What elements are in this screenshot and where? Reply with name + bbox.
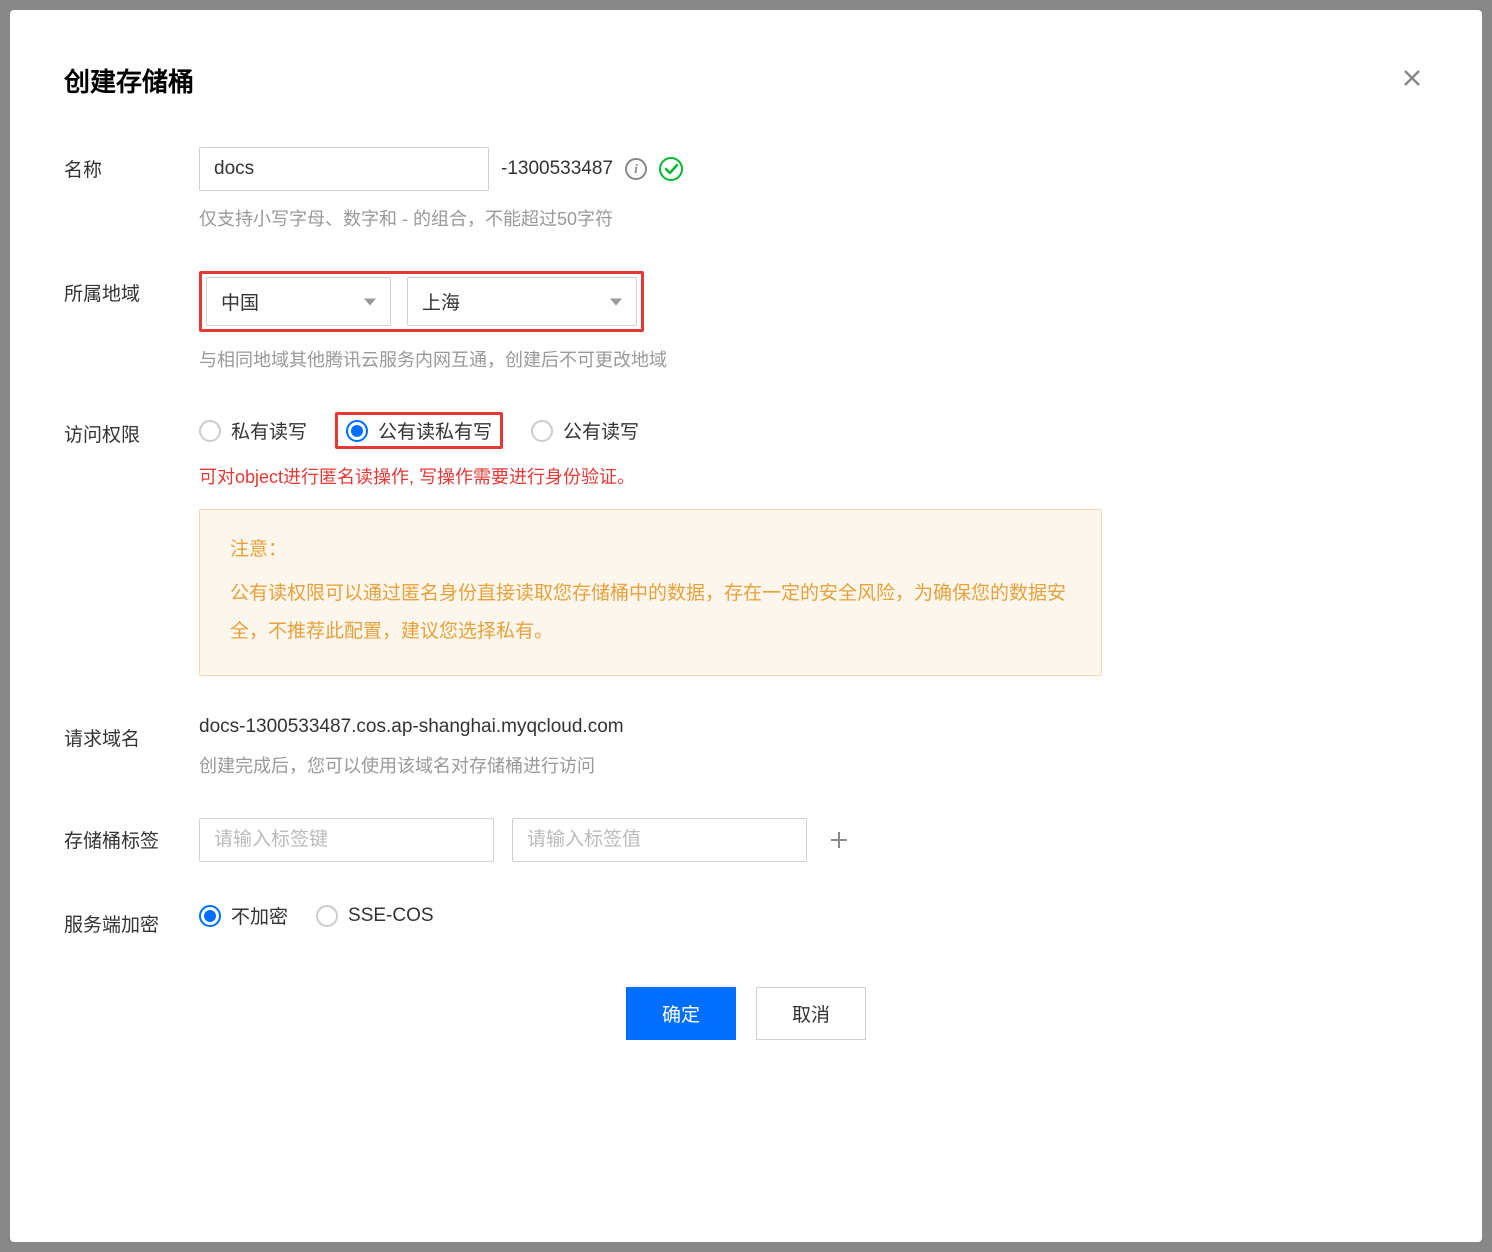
tags-label: 存储桶标签 [64, 818, 199, 853]
access-label: 访问权限 [64, 412, 199, 447]
radio-icon [199, 905, 221, 927]
radio-label: SSE-COS [348, 905, 434, 927]
tags-row: 存储桶标签 [64, 818, 1428, 862]
access-red-text: 可对object进行匿名读操作, 写操作需要进行身份验证。 [199, 463, 1428, 489]
access-public-read-radio[interactable]: 公有读私有写 [346, 417, 492, 444]
name-row: 名称 -1300533487 i 仅支持小写字母、数字和 - 的组合，不能超过5… [64, 147, 1428, 231]
create-bucket-dialog: 创建存储桶 名称 -1300533487 i 仅支持小写字母、数字和 - 的组合… [10, 10, 1482, 1242]
radio-label: 公有读私有写 [378, 417, 492, 444]
name-label: 名称 [64, 147, 199, 182]
button-row: 确定 取消 [64, 987, 1428, 1040]
region-row: 所属地域 中国 上海 与相同地域其他腾讯云服务内网互通，创建后不可更改地域 [64, 271, 1428, 372]
access-private-radio[interactable]: 私有读写 [199, 417, 307, 444]
region-highlight: 中国 上海 [199, 271, 644, 332]
city-select[interactable]: 上海 [407, 277, 637, 326]
country-select[interactable]: 中国 [206, 277, 391, 326]
encryption-none-radio[interactable]: 不加密 [199, 902, 288, 929]
radio-label: 不加密 [231, 902, 288, 929]
dialog-title: 创建存储桶 [64, 62, 1428, 99]
radio-label: 公有读写 [563, 417, 639, 444]
cancel-button[interactable]: 取消 [756, 987, 866, 1040]
close-icon[interactable] [1396, 62, 1428, 94]
tag-value-input[interactable] [512, 818, 807, 862]
check-icon [659, 157, 683, 181]
encryption-label: 服务端加密 [64, 902, 199, 937]
name-hint: 仅支持小写字母、数字和 - 的组合，不能超过50字符 [199, 205, 1428, 231]
ok-button[interactable]: 确定 [626, 987, 736, 1040]
warning-box: 注意： 公有读权限可以通过匿名身份直接读取您存储桶中的数据，存在一定的安全风险，… [199, 509, 1102, 676]
domain-row: 请求域名 docs-1300533487.cos.ap-shanghai.myq… [64, 716, 1428, 778]
radio-label: 私有读写 [231, 417, 307, 444]
access-row: 访问权限 私有读写 公有读私有写 公有读写 可对object进行 [64, 412, 1428, 676]
info-icon[interactable]: i [625, 158, 647, 180]
access-highlight: 公有读私有写 [335, 412, 503, 449]
region-label: 所属地域 [64, 271, 199, 306]
plus-icon[interactable] [825, 826, 853, 854]
radio-icon [531, 420, 553, 442]
warning-title: 注意： [230, 534, 1071, 561]
name-input[interactable] [199, 147, 489, 191]
access-public-rw-radio[interactable]: 公有读写 [531, 417, 639, 444]
region-hint: 与相同地域其他腾讯云服务内网互通，创建后不可更改地域 [199, 346, 1428, 372]
radio-icon [199, 420, 221, 442]
encryption-row: 服务端加密 不加密 SSE-COS [64, 902, 1428, 937]
radio-icon [346, 420, 368, 442]
warning-text: 公有读权限可以通过匿名身份直接读取您存储桶中的数据，存在一定的安全风险，为确保您… [230, 575, 1071, 651]
name-suffix: -1300533487 [501, 158, 613, 180]
radio-icon [316, 905, 338, 927]
tag-key-input[interactable] [199, 818, 494, 862]
domain-hint: 创建完成后，您可以使用该域名对存储桶进行访问 [199, 752, 1428, 778]
encryption-sse-radio[interactable]: SSE-COS [316, 905, 434, 927]
domain-label: 请求域名 [64, 716, 199, 751]
domain-value: docs-1300533487.cos.ap-shanghai.myqcloud… [199, 716, 1428, 738]
